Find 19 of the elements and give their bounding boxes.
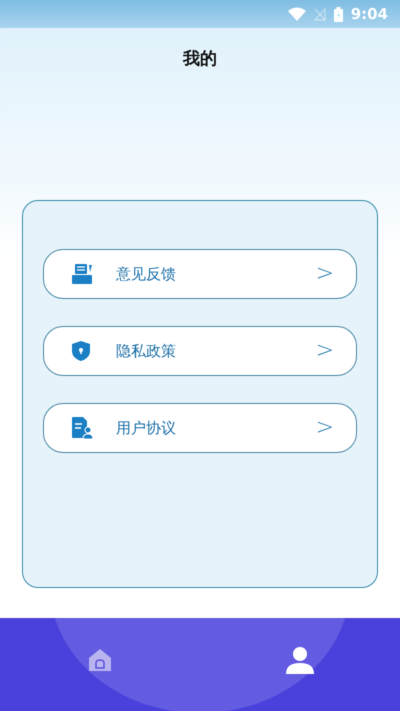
status-time: 9:04: [350, 5, 388, 23]
user-icon[interactable]: [286, 646, 314, 674]
menu-item[interactable]: 意见反馈 >: [43, 249, 357, 299]
home-icon[interactable]: [86, 646, 112, 672]
shield-lock-icon: [72, 341, 90, 361]
wifi-icon: [288, 7, 306, 21]
menu-label: 意见反馈: [116, 264, 177, 284]
page-title: 我的: [183, 48, 217, 70]
menu-label: 隐私政策: [116, 342, 177, 360]
menu-item[interactable]: 隐私政策 >: [43, 326, 357, 376]
document-tray-icon: [72, 264, 94, 284]
chevron-icon: >: [316, 263, 334, 285]
chevron-icon: >: [316, 340, 334, 362]
no-signal-icon: [314, 8, 326, 20]
chevron-icon: >: [316, 417, 334, 439]
menu-label: 用户协议: [116, 418, 177, 438]
battery-icon: [334, 6, 343, 22]
document-user-icon: [72, 417, 94, 439]
menu-item[interactable]: 用户协议 >: [43, 403, 357, 453]
